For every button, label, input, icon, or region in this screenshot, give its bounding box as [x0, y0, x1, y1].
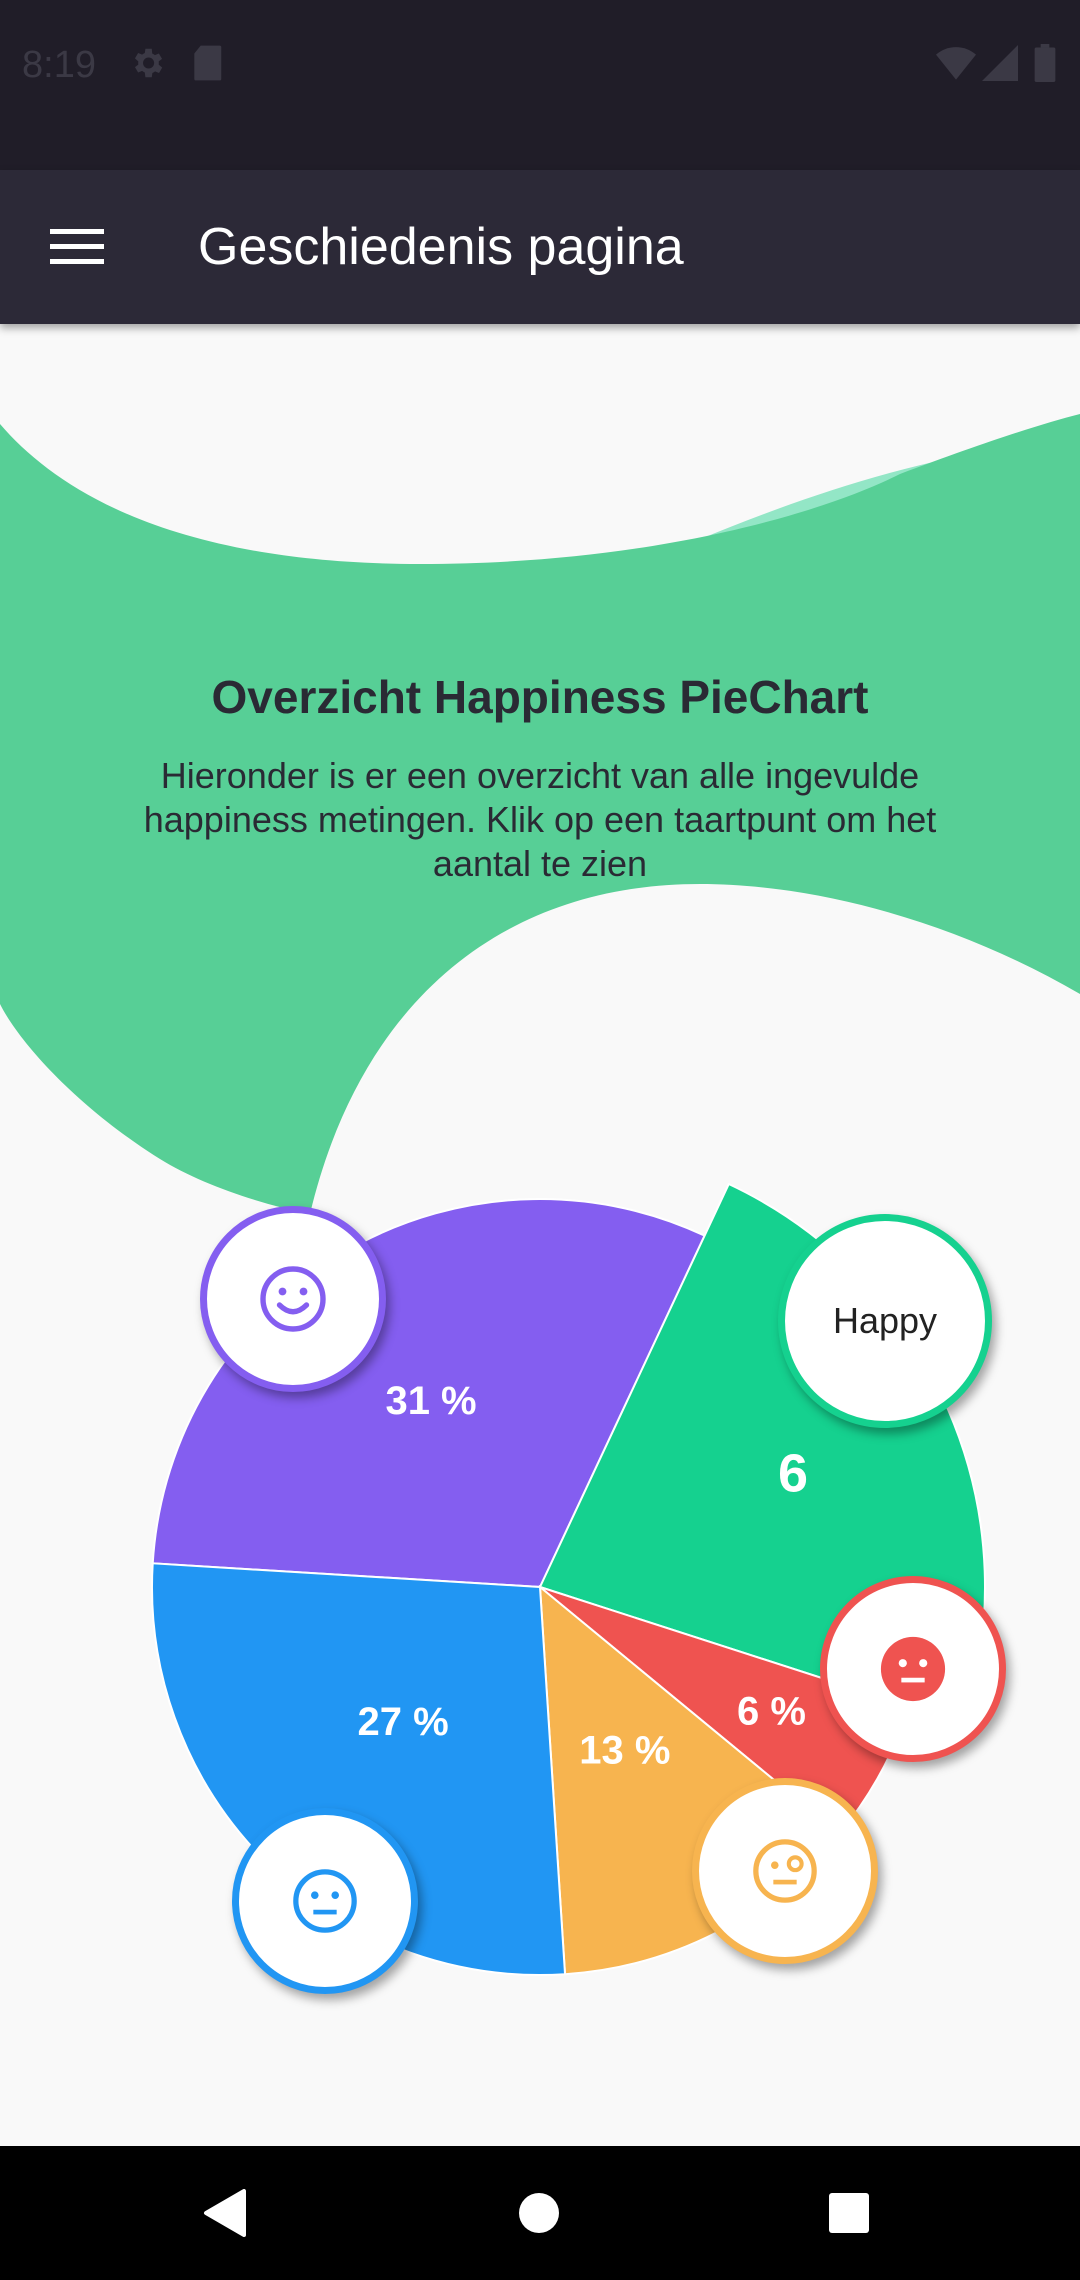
- pie-slice-label: 6: [778, 1443, 808, 1503]
- recents-icon: [829, 2193, 869, 2233]
- pie-slice-label: 6 %: [737, 1689, 806, 1733]
- back-button[interactable]: [188, 2176, 262, 2250]
- home-button[interactable]: [502, 2176, 576, 2250]
- neutral-face-icon: [293, 1869, 357, 1933]
- home-icon: [519, 2193, 559, 2233]
- page-title: Geschiedenis pagina: [198, 218, 684, 276]
- app-bar: Geschiedenis pagina: [0, 170, 1080, 324]
- pie-slice-label: 13 %: [579, 1728, 670, 1772]
- status-bar: 8:19: [0, 0, 1080, 170]
- badge-sad-face[interactable]: [820, 1576, 1006, 1762]
- pie-slice-label: 27 %: [357, 1700, 448, 1744]
- signal-icon: [982, 44, 1018, 87]
- back-icon: [204, 2189, 246, 2237]
- confused-face-icon: [753, 1839, 817, 1903]
- status-time: 8:19: [22, 44, 96, 86]
- sd-card-icon: [190, 44, 224, 87]
- pie-slice-label: 31 %: [385, 1379, 476, 1423]
- badge-happy-text: Happy: [832, 1300, 938, 1341]
- sad-face-icon: [880, 1636, 946, 1702]
- menu-button[interactable]: [40, 210, 114, 284]
- hamburger-menu-icon: [50, 229, 104, 264]
- smile-icon: [260, 1266, 326, 1332]
- system-nav-bar: [0, 2146, 1080, 2280]
- gear-icon: [128, 44, 166, 87]
- main-content: Overzicht Happiness PieChart Hieronder i…: [0, 324, 1080, 2146]
- battery-icon: [1034, 44, 1056, 87]
- wifi-icon: [936, 44, 976, 87]
- badge-happy-face[interactable]: [200, 1206, 386, 1392]
- badge-confused-face[interactable]: [692, 1778, 878, 1964]
- recents-button[interactable]: [812, 2176, 886, 2250]
- badge-neutral-face[interactable]: [232, 1808, 418, 1994]
- badge-happy-label[interactable]: Happy: [778, 1214, 992, 1428]
